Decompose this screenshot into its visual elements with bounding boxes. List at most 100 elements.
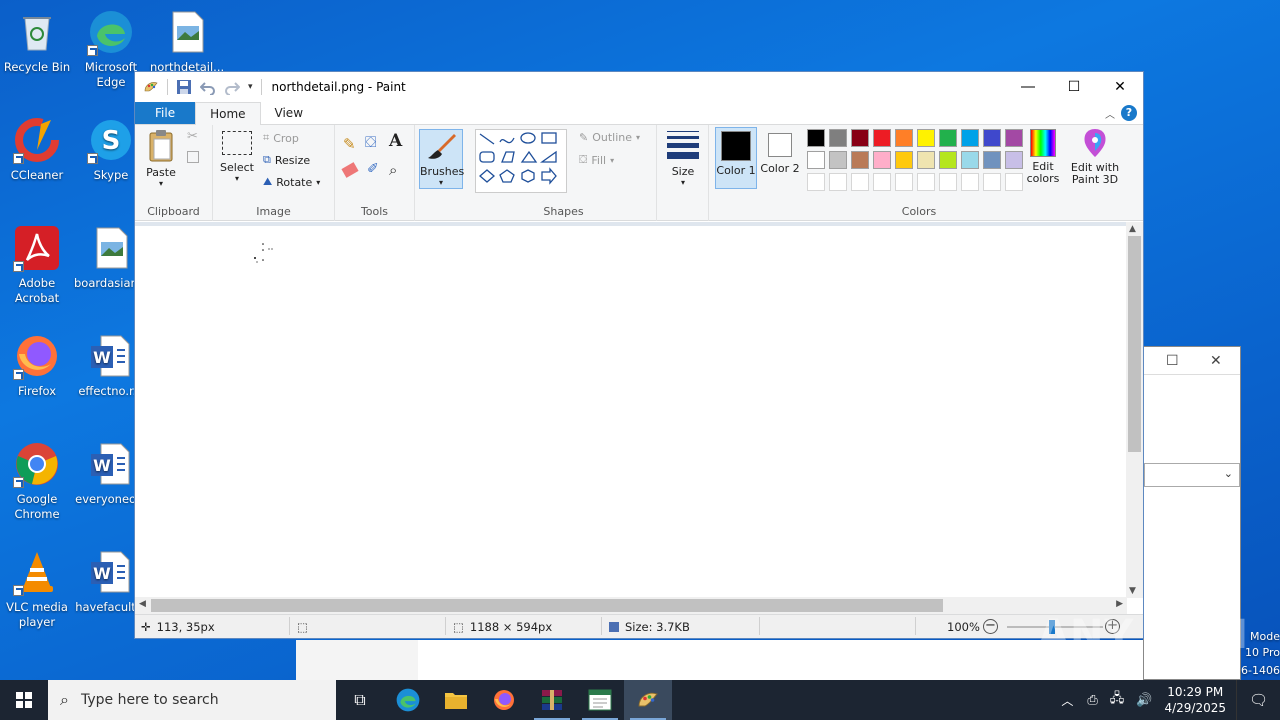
taskbar-file-explorer[interactable]: [432, 680, 480, 720]
color-swatch[interactable]: [939, 129, 957, 147]
custom-color-slot[interactable]: [895, 173, 913, 191]
taskbar-firefox[interactable]: [480, 680, 528, 720]
taskbar-search-box[interactable]: ⌕ Type here to search: [48, 680, 336, 720]
close-icon[interactable]: ✕: [1210, 353, 1222, 369]
horizontal-scrollbar[interactable]: ◀ ▶: [135, 597, 1127, 614]
help-icon[interactable]: ?: [1121, 105, 1137, 121]
maximize-button[interactable]: ☐: [1051, 72, 1097, 102]
color-swatch[interactable]: [1005, 151, 1023, 169]
network-icon[interactable]: 🖧: [1110, 689, 1125, 711]
custom-color-slot[interactable]: [829, 173, 847, 191]
custom-color-slot[interactable]: [1005, 173, 1023, 191]
color-swatch[interactable]: [895, 151, 913, 169]
color-swatch[interactable]: [961, 129, 979, 147]
color-swatch[interactable]: [939, 151, 957, 169]
color-picker-icon[interactable]: ✐: [367, 161, 379, 177]
minimize-button[interactable]: ―: [1005, 72, 1051, 102]
taskbar-paint[interactable]: [624, 680, 672, 720]
taskbar-document-app[interactable]: [576, 680, 624, 720]
custom-color-slot[interactable]: [917, 173, 935, 191]
color-swatch[interactable]: [829, 129, 847, 147]
pencil-icon[interactable]: ✎: [343, 135, 356, 153]
undo-icon[interactable]: [199, 79, 216, 96]
tab-home[interactable]: Home: [195, 102, 261, 126]
size-button[interactable]: Size ▾: [665, 131, 701, 187]
custom-color-slot[interactable]: [807, 173, 825, 191]
fill-button[interactable]: ⛋ Fill ▾: [579, 153, 614, 167]
desktop-icon-recycle-bin[interactable]: Recycle Bin: [0, 8, 74, 75]
color-swatch[interactable]: [873, 151, 891, 169]
device-icon[interactable]: ⎙: [1087, 693, 1097, 708]
color-swatch[interactable]: [961, 151, 979, 169]
crop-button[interactable]: ⌗ Crop: [263, 131, 299, 145]
custom-color-slot[interactable]: [851, 173, 869, 191]
scroll-down-icon[interactable]: ▼: [1129, 586, 1136, 596]
color2-button[interactable]: Color 2: [759, 127, 801, 189]
outline-button[interactable]: ✎ Outline ▾: [579, 131, 640, 144]
color-swatch[interactable]: [807, 129, 825, 147]
collapse-ribbon-icon[interactable]: ︿: [1105, 106, 1115, 121]
save-icon[interactable]: [176, 79, 192, 95]
scroll-right-icon[interactable]: ▶: [1116, 599, 1123, 609]
maximize-icon[interactable]: ☐: [1166, 353, 1179, 369]
task-view-button[interactable]: ⧉: [336, 680, 384, 720]
fill-bucket-icon[interactable]: ⛋: [365, 133, 376, 151]
color-swatch[interactable]: [851, 129, 869, 147]
paint-titlebar[interactable]: ▾ northdetail.png - Paint ― ☐ ✕: [135, 72, 1143, 102]
chevron-up-icon[interactable]: ︿: [1061, 692, 1073, 709]
edit-colors-button[interactable]: Edit colors: [1023, 127, 1063, 185]
color-swatch[interactable]: [829, 151, 847, 169]
background-window-dropdown[interactable]: ⌄: [1144, 463, 1240, 487]
color-swatch[interactable]: [873, 129, 891, 147]
color-swatch[interactable]: [917, 129, 935, 147]
eraser-icon[interactable]: [341, 162, 359, 178]
edit-with-paint3d-button[interactable]: Edit with Paint 3D: [1067, 127, 1123, 186]
select-button[interactable]: Select ▾: [219, 131, 255, 183]
taskbar-winrar[interactable]: [528, 680, 576, 720]
redo-icon[interactable]: [224, 79, 241, 96]
scroll-left-icon[interactable]: ◀: [139, 599, 146, 609]
custom-color-slot[interactable]: [873, 173, 891, 191]
paint-app-icon[interactable]: [143, 79, 159, 95]
close-button[interactable]: ✕: [1097, 72, 1143, 102]
taskbar-edge[interactable]: [384, 680, 432, 720]
desktop-icon-chrome[interactable]: Google Chrome: [0, 440, 74, 522]
clock[interactable]: 10:29 PM 4/29/2025: [1164, 684, 1226, 716]
vertical-scrollbar[interactable]: ▲ ▼: [1126, 222, 1143, 598]
color1-button[interactable]: Color 1: [715, 127, 757, 189]
copy-icon[interactable]: [187, 151, 199, 163]
custom-color-slot[interactable]: [939, 173, 957, 191]
shapes-gallery[interactable]: [475, 129, 567, 193]
desktop-icon-acrobat[interactable]: Adobe Acrobat: [0, 224, 74, 306]
color-swatch[interactable]: [807, 151, 825, 169]
desktop-icon-northdetail[interactable]: northdetail...: [150, 8, 224, 75]
desktop-icon-vlc[interactable]: VLC media player: [0, 548, 74, 630]
brushes-button[interactable]: Brushes ▾: [419, 129, 464, 189]
start-button[interactable]: [0, 680, 48, 720]
desktop-icon-firefox[interactable]: Firefox: [0, 332, 74, 399]
customize-qat-icon[interactable]: ▾: [248, 82, 253, 92]
rotate-button[interactable]: ⛰ Rotate ▾: [263, 175, 320, 189]
background-window-titlebar[interactable]: ☐ ✕: [1144, 347, 1240, 375]
cut-icon[interactable]: ✂: [187, 129, 198, 144]
text-icon[interactable]: A: [389, 131, 402, 151]
magnifier-icon[interactable]: ⌕: [389, 161, 397, 179]
color-swatch[interactable]: [851, 151, 869, 169]
resize-button[interactable]: ⧉ Resize: [263, 153, 310, 167]
zoom-out-icon[interactable]: −: [983, 619, 998, 634]
custom-color-slot[interactable]: [983, 173, 1001, 191]
tab-view[interactable]: View: [261, 102, 317, 124]
color-swatch[interactable]: [983, 151, 1001, 169]
color-swatch[interactable]: [895, 129, 913, 147]
custom-color-slot[interactable]: [961, 173, 979, 191]
color-swatch[interactable]: [983, 129, 1001, 147]
drawing-canvas[interactable]: [135, 226, 1127, 598]
color-swatch[interactable]: [1005, 129, 1023, 147]
notifications-icon[interactable]: 🗨: [1236, 680, 1280, 720]
volume-icon[interactable]: 🔊: [1136, 693, 1152, 708]
paint-window[interactable]: ▾ northdetail.png - Paint ― ☐ ✕ File Hom…: [134, 71, 1144, 639]
tab-file[interactable]: File: [135, 102, 196, 124]
desktop-icon-ccleaner[interactable]: CCleaner: [0, 116, 74, 183]
color-swatch[interactable]: [917, 151, 935, 169]
vertical-scroll-thumb[interactable]: [1128, 236, 1141, 452]
